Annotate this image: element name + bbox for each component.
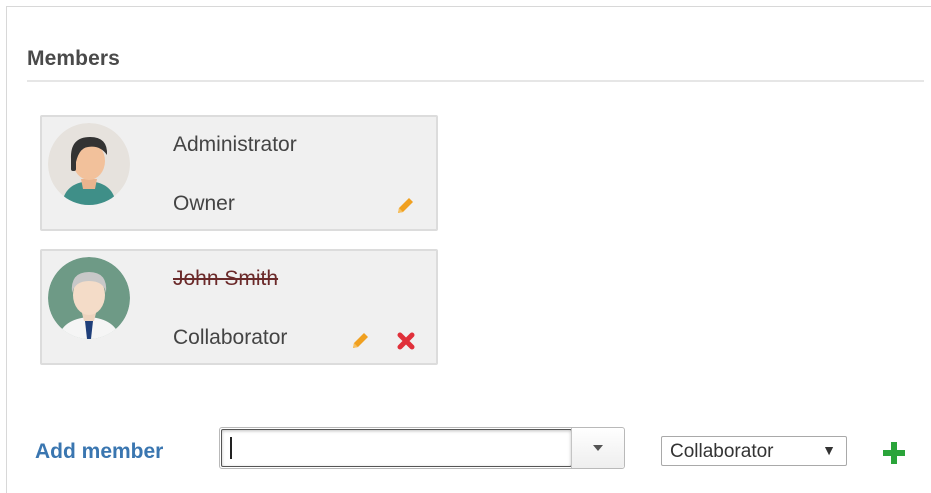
combobox-dropdown-button[interactable] <box>571 428 624 468</box>
member-card-administrator: Administrator Owner <box>40 115 438 231</box>
pencil-icon[interactable] <box>349 330 371 352</box>
dropdown-arrow-icon: ▼ <box>822 442 836 458</box>
plus-icon[interactable] <box>880 439 908 467</box>
male-avatar-icon <box>48 257 130 339</box>
section-title: Members <box>27 47 120 70</box>
female-avatar-icon <box>48 123 130 205</box>
member-search-combobox <box>219 427 625 469</box>
avatar <box>48 123 130 205</box>
members-panel: Members Administrator Owner John Smith C… <box>6 6 931 493</box>
avatar <box>48 257 130 339</box>
member-name: Administrator <box>173 133 297 156</box>
add-member-label: Add member <box>35 440 164 463</box>
member-card-john-smith: John Smith Collaborator <box>40 249 438 365</box>
role-select[interactable]: Collaborator ▼ <box>661 436 847 466</box>
member-name: John Smith <box>173 267 279 290</box>
chevron-down-icon <box>593 445 603 451</box>
section-divider <box>27 80 924 82</box>
member-role: Owner <box>173 192 235 215</box>
member-role: Collaborator <box>173 326 288 349</box>
close-x-icon[interactable] <box>395 330 417 352</box>
role-select-value: Collaborator <box>670 441 774 462</box>
member-search-input[interactable] <box>221 429 572 467</box>
pencil-icon[interactable] <box>394 195 416 217</box>
